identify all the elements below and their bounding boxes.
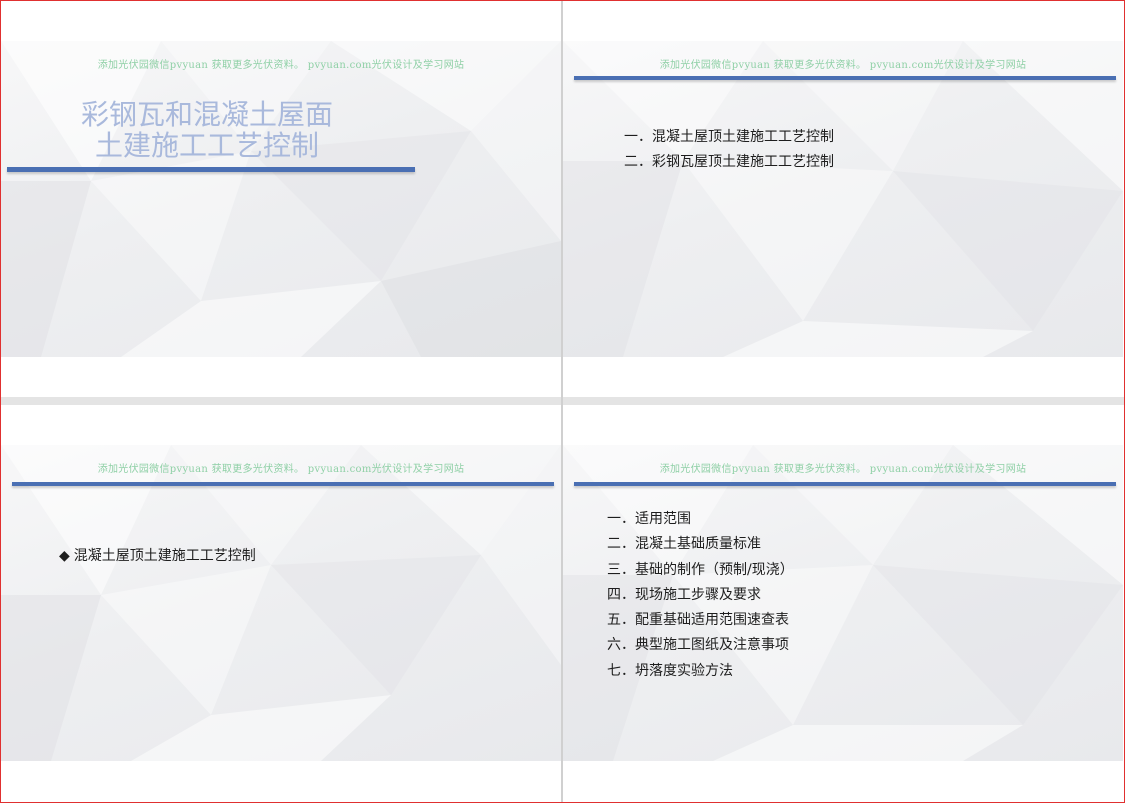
toc-list: 一．混凝土屋顶土建施工工艺控制 二．彩钢瓦屋顶土建施工工艺控制 bbox=[624, 125, 834, 175]
watermark-text: 添加光伏园微信pvyuan 获取更多光伏资料。 pvyuan.com光伏设计及学… bbox=[97, 464, 465, 475]
slide-2[interactable]: 添加光伏园微信pvyuan 获取更多光伏资料。 pvyuan.com光伏设计及学… bbox=[563, 1, 1123, 397]
list-item: 四．现场施工步骤及要求 bbox=[607, 586, 761, 603]
diamond-bullet-icon: ◆ bbox=[59, 548, 70, 564]
list-item: 一．适用范围 bbox=[607, 511, 691, 527]
slide-column-divider bbox=[561, 1, 563, 802]
polygon-background-pattern bbox=[563, 41, 1123, 357]
list-item: 七．坍落度实验方法 bbox=[607, 662, 733, 679]
section-heading-text: 混凝土屋顶土建施工工艺控制 bbox=[73, 548, 256, 564]
list-item: 二．混凝土基础质量标准 bbox=[607, 536, 761, 553]
title-line-2: 土建施工工艺控制 bbox=[94, 129, 319, 162]
list-item: 六．典型施工图纸及注意事项 bbox=[607, 637, 789, 654]
header-bar bbox=[574, 76, 1116, 80]
polygon-background-pattern bbox=[1, 41, 561, 357]
slide-4[interactable]: 添加光伏园微信pvyuan 获取更多光伏资料。 pvyuan.com光伏设计及学… bbox=[563, 405, 1123, 801]
watermark-text: 添加光伏园微信pvyuan 获取更多光伏资料。 pvyuan.com光伏设计及学… bbox=[659, 60, 1027, 71]
watermark-text: 添加光伏园微信pvyuan 获取更多光伏资料。 pvyuan.com光伏设计及学… bbox=[97, 60, 465, 71]
contents-list: 一．适用范围 二．混凝土基础质量标准 三．基础的制作（预制/现浇） 四．现场施工… bbox=[607, 507, 794, 684]
title-underline-bar bbox=[7, 167, 415, 172]
list-item: 三．基础的制作（预制/现浇） bbox=[607, 561, 794, 578]
header-bar bbox=[12, 482, 554, 486]
slide-3[interactable]: 添加光伏园微信pvyuan 获取更多光伏资料。 pvyuan.com光伏设计及学… bbox=[1, 405, 561, 801]
toc-item: 一．混凝土屋顶土建施工工艺控制 bbox=[624, 129, 834, 145]
slide-1[interactable]: 添加光伏园微信pvyuan 获取更多光伏资料。 pvyuan.com光伏设计及学… bbox=[1, 1, 561, 397]
polygon-background-pattern bbox=[1, 445, 561, 761]
toc-item: 二．彩钢瓦屋顶土建施工工艺控制 bbox=[624, 154, 834, 170]
watermark-text: 添加光伏园微信pvyuan 获取更多光伏资料。 pvyuan.com光伏设计及学… bbox=[659, 464, 1027, 475]
title-line-1: 彩钢瓦和混凝土屋面 bbox=[80, 98, 333, 131]
section-heading: ◆ 混凝土屋顶土建施工工艺控制 bbox=[59, 545, 256, 565]
list-item: 五．配重基础适用范围速查表 bbox=[607, 612, 789, 629]
header-bar bbox=[574, 482, 1116, 486]
presentation-title: 彩钢瓦和混凝土屋面 土建施工工艺控制 bbox=[1, 99, 413, 161]
